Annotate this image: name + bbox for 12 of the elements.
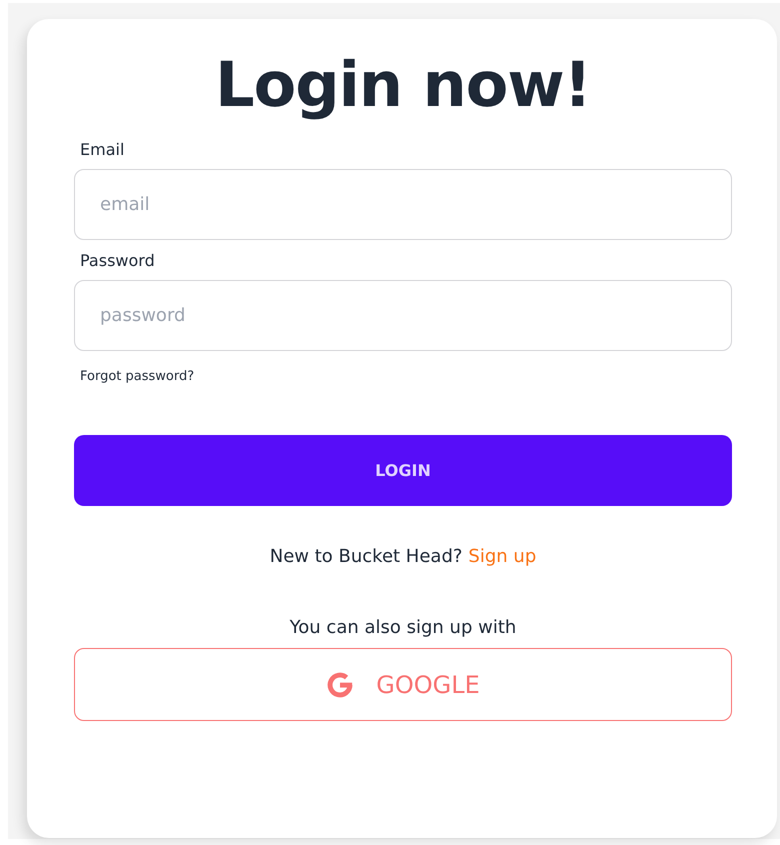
page-title: Login now!	[215, 47, 591, 123]
google-icon	[326, 670, 354, 698]
input-field[interactable]: email	[74, 169, 732, 240]
signup-link[interactable]: Sign up	[468, 546, 536, 567]
input-field[interactable]: password	[74, 280, 732, 351]
google-button[interactable]: GOOGLE	[74, 648, 732, 721]
field-label: Password	[79, 250, 156, 272]
field-label: Email	[79, 139, 126, 161]
signup-prompt: New to Bucket Head?	[270, 546, 462, 567]
forgot-password-link[interactable]: Forgot password?	[80, 369, 194, 384]
alt-signup-text: You can also sign up with	[290, 617, 516, 638]
login-button[interactable]: LOGIN	[74, 435, 732, 506]
